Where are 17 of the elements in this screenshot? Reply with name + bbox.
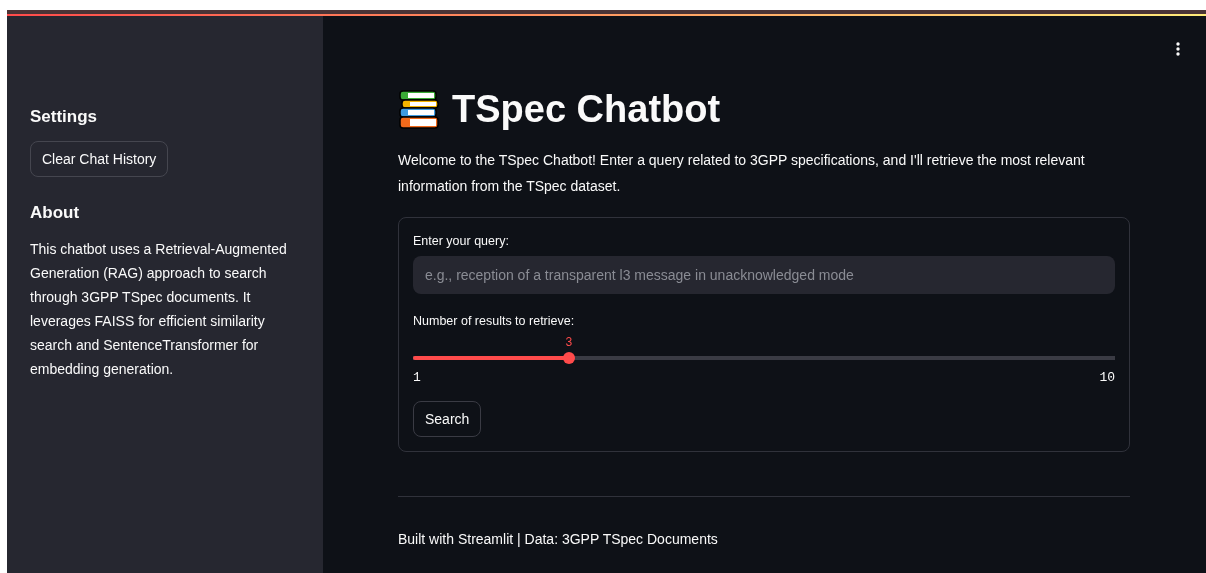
- page-title: TSpec Chatbot: [452, 88, 721, 131]
- slider-min: 1: [413, 370, 421, 385]
- books-icon: [398, 88, 440, 131]
- query-label: Enter your query:: [413, 234, 510, 248]
- slider-value: 3: [565, 336, 573, 350]
- about-heading: About: [30, 203, 81, 223]
- footer-text: Built with Streamlit | Data: 3GPP TSpec Documents: [398, 531, 719, 547]
- about-text: This chatbot uses a Retrieval-Augmented Generation (RAG) approach to search through 3GPP TSpec documents. It leverages FAISS for efficient similarity search and SentenceTransformer for embedding generation.: [30, 240, 288, 379]
- slider-label: Number of results to retrieve:: [413, 314, 576, 328]
- slider-thumb[interactable]: [562, 352, 575, 364]
- query-field[interactable]: e.g., reception of a transparent l3 message in unacknowledged mode: [413, 256, 1115, 294]
- search-button[interactable]: Search: [413, 401, 482, 437]
- intro-text: Welcome to the TSpec Chatbot! Enter a query related to 3GPP specifications, and I'll retrieve the most relevant information from the TSpec dataset.: [398, 151, 1086, 196]
- clear-chat-button[interactable]: Clear Chat History: [30, 141, 169, 177]
- slider-max: 10: [1099, 370, 1115, 385]
- menu-icon[interactable]: [1176, 42, 1180, 56]
- settings-heading: Settings: [30, 107, 99, 127]
